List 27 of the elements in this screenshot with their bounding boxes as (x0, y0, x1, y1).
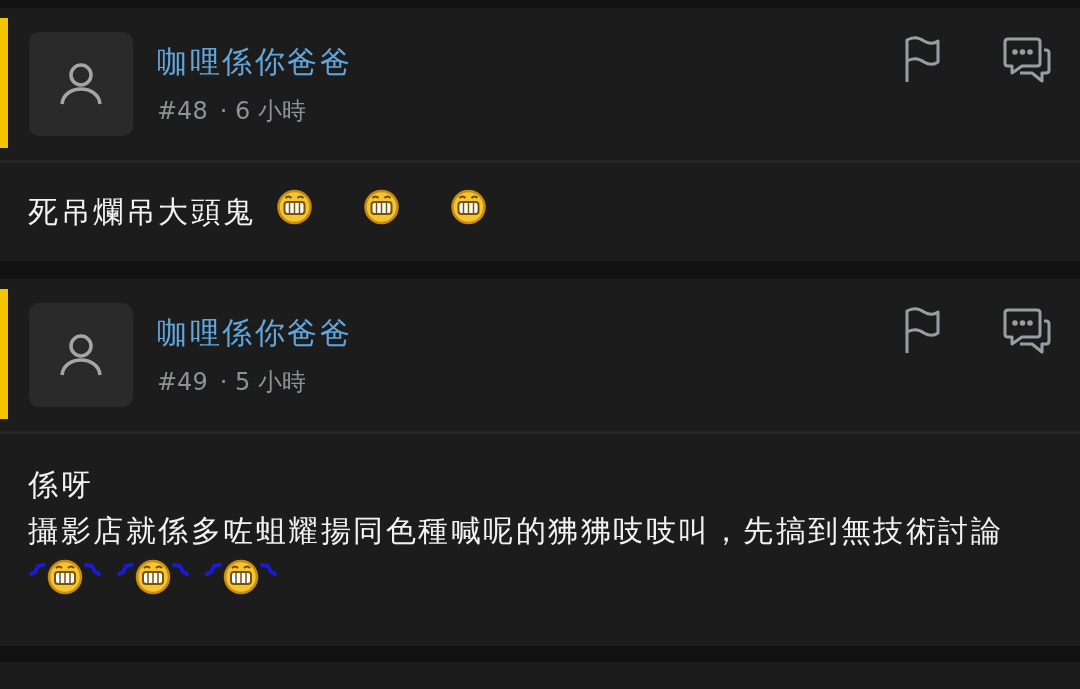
dancing-grin-emoji-icon (28, 558, 102, 596)
grin-emoji-icon (362, 188, 400, 226)
grin-emoji-icon (275, 188, 313, 226)
reply-button[interactable] (1002, 36, 1052, 84)
person-icon (60, 62, 102, 106)
avatar[interactable] (29, 303, 133, 407)
post-number: #49 (157, 367, 208, 396)
dancing-grin-emoji-icon (204, 558, 278, 596)
dancing-grin-emoji-icon (116, 558, 190, 596)
author-name[interactable]: 咖哩係你爸爸 (157, 312, 352, 354)
chat-bubbles-icon (1002, 307, 1052, 355)
post-text: 死吊爛吊大頭鬼 (28, 192, 256, 231)
post-number: #48 (157, 96, 208, 125)
person-icon (60, 333, 102, 377)
avatar[interactable] (29, 32, 133, 136)
grin-emoji-icon (449, 188, 487, 226)
post-text: 係呀 (28, 465, 93, 504)
post-time: · 5 小時 (219, 366, 306, 398)
author-name[interactable]: 咖哩係你爸爸 (157, 41, 352, 83)
reply-button[interactable] (1002, 307, 1052, 355)
post-text: 攝影店就係多咗蛆耀揚同色種喊呢的狒狒吱吱叫，先搞到無技術討論 (28, 511, 1003, 550)
chat-bubbles-icon (1002, 36, 1052, 84)
flag-icon (904, 36, 940, 84)
post-time: · 6 小時 (219, 95, 306, 127)
report-button[interactable] (904, 307, 940, 355)
flag-icon (904, 307, 940, 355)
report-button[interactable] (904, 36, 940, 84)
